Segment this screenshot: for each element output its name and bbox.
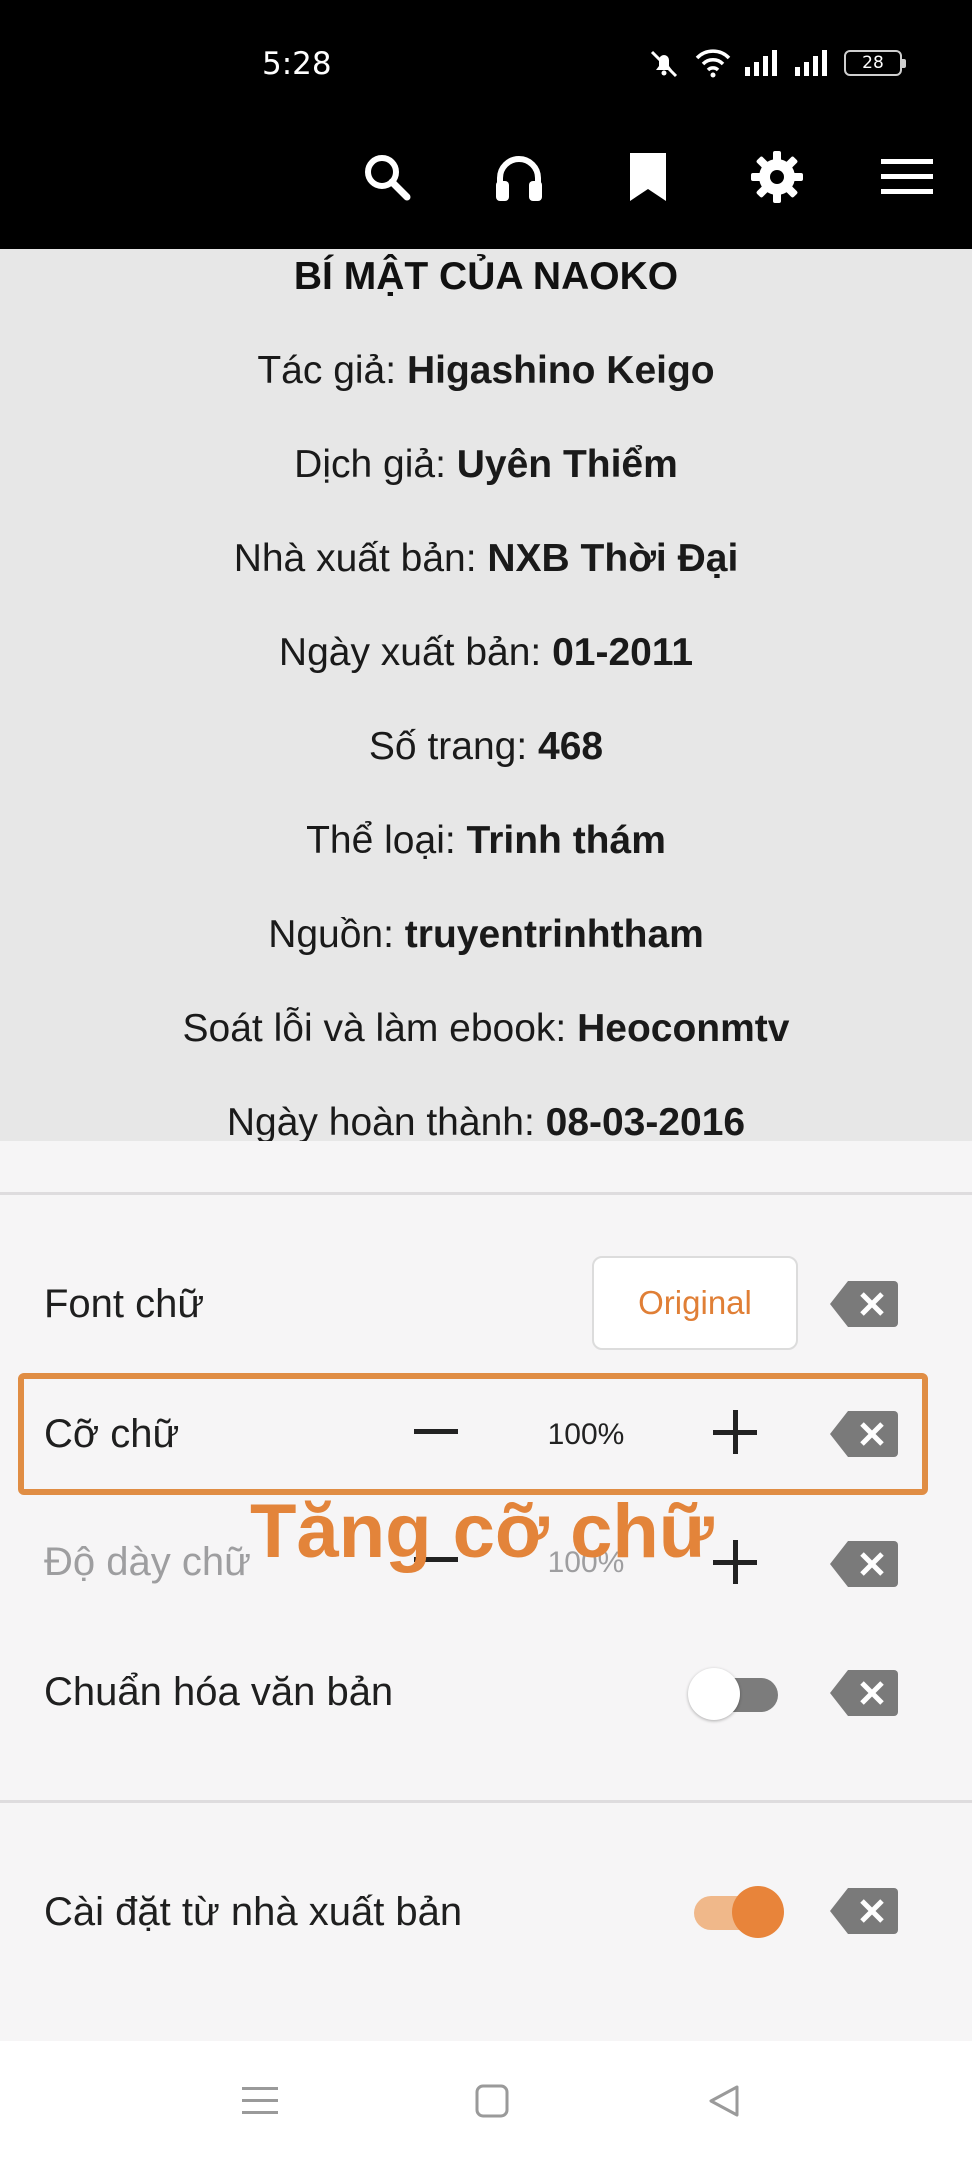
battery-indicator: 28 xyxy=(844,50,906,76)
publisher-settings-toggle[interactable] xyxy=(688,1886,784,1938)
listen-button[interactable] xyxy=(487,145,551,209)
book-info-page: BÍ MẬT CỦA NAOKO Tác giả: Higashino Keig… xyxy=(0,249,972,1141)
sheet-divider-top xyxy=(0,1192,972,1195)
info-genre: Thể loại: Trinh thám xyxy=(306,819,666,862)
signal-icon xyxy=(745,50,777,76)
info-translator: Dịch giả: Uyên Thiểm xyxy=(294,443,678,486)
back-button[interactable] xyxy=(694,2071,754,2131)
status-icons: 28 xyxy=(646,48,906,78)
clear-font-icon[interactable] xyxy=(830,1279,898,1329)
search-button[interactable] xyxy=(355,145,419,209)
search-icon xyxy=(365,155,411,201)
publisher-settings-label: Cài đặt từ nhà xuất bản xyxy=(44,1890,463,1934)
info-publish-date: Ngày xuất bản: 01-2011 xyxy=(278,631,694,674)
normalize-text-toggle[interactable] xyxy=(688,1668,784,1720)
signal-icon-2 xyxy=(795,50,827,76)
normalize-text-label: Chuẩn hóa văn bản xyxy=(44,1670,394,1714)
bookmark-button[interactable] xyxy=(616,145,680,209)
font-weight-increase-button[interactable] xyxy=(705,1532,765,1592)
info-pages: Số trang: 468 xyxy=(368,725,604,768)
top-bar: 5:28 28 xyxy=(0,0,972,249)
back-icon xyxy=(709,2085,739,2117)
recents-icon xyxy=(242,2087,278,2114)
headphones-icon xyxy=(496,156,542,201)
info-author: Tác giả: Higashino Keigo xyxy=(257,349,715,392)
navigation-bar xyxy=(0,2041,972,2160)
clear-font-weight-icon[interactable] xyxy=(830,1539,898,1589)
info-publisher: Nhà xuất bản: NXB Thời Đại xyxy=(233,537,739,580)
font-weight-label: Độ dày chữ xyxy=(44,1540,251,1584)
menu-icon xyxy=(881,159,933,194)
settings-button[interactable] xyxy=(745,145,809,209)
mute-icon xyxy=(650,50,678,78)
font-label: Font chữ xyxy=(44,1282,205,1326)
font-select-button[interactable]: Original xyxy=(592,1256,798,1350)
annotation-text: Tăng cỡ chữ xyxy=(250,1489,714,1574)
home-icon xyxy=(475,2084,509,2118)
highlight-frame xyxy=(18,1373,928,1495)
wifi-icon xyxy=(695,49,731,78)
book-title: BÍ MẬT CỦA NAOKO xyxy=(293,255,679,298)
info-source: Nguồn: truyentrinhtham xyxy=(268,913,704,956)
clear-publisher-icon[interactable] xyxy=(830,1886,898,1936)
plus-icon xyxy=(713,1540,757,1584)
recents-button[interactable] xyxy=(230,2071,290,2131)
clear-normalize-icon[interactable] xyxy=(830,1668,898,1718)
info-completed-date: Ngày hoàn thành: 08-03-2016 xyxy=(226,1101,746,1141)
bookmark-icon xyxy=(630,153,666,201)
menu-button[interactable] xyxy=(875,145,939,209)
home-button[interactable] xyxy=(462,2071,522,2131)
sheet-divider-middle xyxy=(0,1800,972,1803)
status-time: 5:28 xyxy=(262,46,332,82)
gear-icon xyxy=(751,151,803,203)
info-ebook-maker: Soát lỗi và làm ebook: Heoconmtv xyxy=(182,1007,790,1050)
